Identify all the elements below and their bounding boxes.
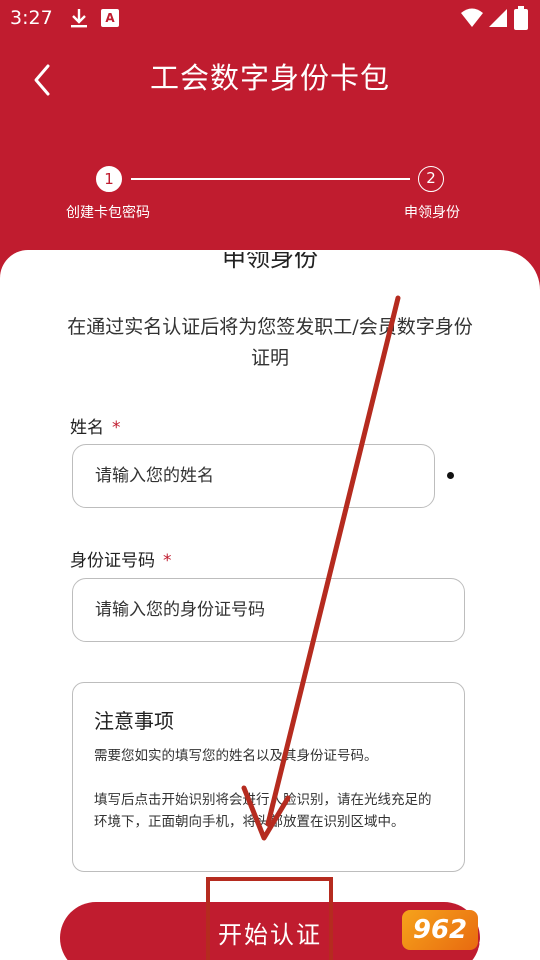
watermark-sub: 乐游网	[478, 937, 520, 953]
notice-paragraph-2: 填写后点击开始识别将会进行人脸识别，请在光线充足的 环境下，正面朝向手机，将头部…	[94, 792, 432, 830]
name-label: 姓名 *	[70, 413, 121, 438]
step-1-label: 创建卡包密码	[66, 205, 150, 221]
page-title: 工会数字身份卡包	[149, 61, 390, 95]
download-icon	[71, 9, 87, 28]
step-connector	[131, 178, 410, 180]
id-label-text: 身份证号码	[70, 551, 155, 571]
step-1-indicator: 1	[96, 166, 122, 192]
watermark-net: .NET	[478, 912, 522, 932]
step-2-label: 申领身份	[404, 205, 460, 221]
step-2-indicator: 2	[418, 166, 444, 192]
required-mark: *	[112, 418, 121, 438]
id-label: 身份证号码 *	[70, 546, 172, 571]
wifi-icon	[461, 8, 483, 27]
required-mark: *	[163, 551, 172, 571]
battery-icon	[514, 6, 528, 30]
a-app-icon: A	[101, 9, 119, 27]
status-time: 3:27	[10, 7, 53, 29]
notice-box: 注意事项 需要您如实的填写您的姓名以及其身份证号码。 填写后点击开始识别将会进行…	[72, 682, 465, 872]
signal-icon	[489, 9, 507, 27]
status-bar: 3:27 A	[0, 0, 540, 38]
id-number-input[interactable]	[72, 578, 465, 642]
notice-title: 注意事项	[94, 709, 174, 733]
watermark-962: 962	[402, 910, 478, 950]
section-title: 申领身份	[222, 244, 318, 272]
watermark-logo: 962 .NET 乐游网	[398, 908, 538, 958]
name-label-text: 姓名	[70, 418, 104, 438]
intro-text: 在通过实名认证后将为您签发职工/会员数字身份证明	[67, 316, 473, 369]
name-input[interactable]	[72, 444, 435, 508]
dot-marker	[447, 472, 454, 479]
notice-paragraph-1: 需要您如实的填写您的姓名以及其身份证号码。	[94, 748, 378, 764]
